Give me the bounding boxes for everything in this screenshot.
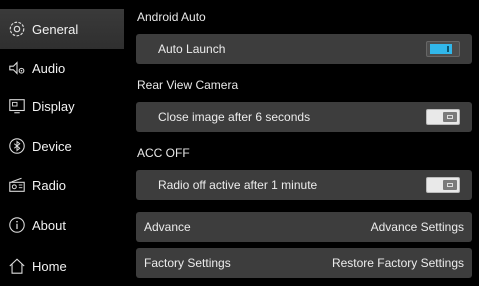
toggle-knob xyxy=(430,44,452,54)
auto-launch-row[interactable]: Auto Launch xyxy=(136,34,472,64)
sidebar-item-label: Home xyxy=(32,258,67,274)
info-icon xyxy=(8,216,26,234)
radio-off-toggle[interactable] xyxy=(426,177,460,193)
radio-icon xyxy=(8,176,26,194)
sidebar-item-home[interactable]: Home xyxy=(0,246,124,286)
close-image-label: Close image after 6 seconds xyxy=(158,110,311,124)
sidebar-item-display[interactable]: Display xyxy=(0,86,124,126)
factory-settings-label: Factory Settings xyxy=(144,256,231,270)
close-image-toggle[interactable] xyxy=(426,109,460,125)
speaker-icon xyxy=(8,59,26,77)
sidebar-item-general[interactable]: General xyxy=(0,9,124,49)
radio-off-row[interactable]: Radio off active after 1 minute xyxy=(136,170,472,200)
radio-off-label: Radio off active after 1 minute xyxy=(158,178,318,192)
sidebar-item-label: Radio xyxy=(32,177,66,193)
sidebar-item-label: Display xyxy=(32,98,75,114)
sidebar-item-label: Audio xyxy=(32,60,66,76)
advance-label: Advance xyxy=(144,220,191,234)
bluetooth-icon xyxy=(8,137,26,155)
advance-row[interactable]: Advance Advance Settings xyxy=(136,212,472,242)
restore-factory-settings-link[interactable]: Restore Factory Settings xyxy=(332,256,464,270)
sidebar-item-audio[interactable]: Audio xyxy=(0,48,124,88)
toggle-knob xyxy=(443,180,457,190)
settings-panel: Android Auto Auto Launch Rear View Camer… xyxy=(124,0,479,283)
sidebar-item-radio[interactable]: Radio xyxy=(0,165,124,205)
section-title-android-auto: Android Auto xyxy=(137,10,206,24)
auto-launch-toggle[interactable] xyxy=(426,41,460,57)
advance-settings-link[interactable]: Advance Settings xyxy=(371,220,464,234)
sidebar-item-label: Device xyxy=(32,138,72,154)
sidebar-item-about[interactable]: About xyxy=(0,205,124,245)
settings-screen: General Audio Display Device Radio About… xyxy=(0,0,479,283)
sidebar-item-label: About xyxy=(32,217,66,233)
sidebar-item-label: General xyxy=(32,21,79,37)
close-image-row[interactable]: Close image after 6 seconds xyxy=(136,102,472,132)
home-icon xyxy=(8,257,26,275)
factory-settings-row[interactable]: Factory Settings Restore Factory Setting… xyxy=(136,248,472,278)
sidebar: General Audio Display Device Radio About… xyxy=(0,0,124,283)
sidebar-item-device[interactable]: Device xyxy=(0,126,124,166)
gear-icon xyxy=(8,20,26,38)
section-title-rear-view-camera: Rear View Camera xyxy=(137,78,239,92)
auto-launch-label: Auto Launch xyxy=(158,42,226,56)
toggle-knob xyxy=(443,112,457,122)
section-title-acc-off: ACC OFF xyxy=(137,146,190,160)
display-icon xyxy=(8,97,26,115)
